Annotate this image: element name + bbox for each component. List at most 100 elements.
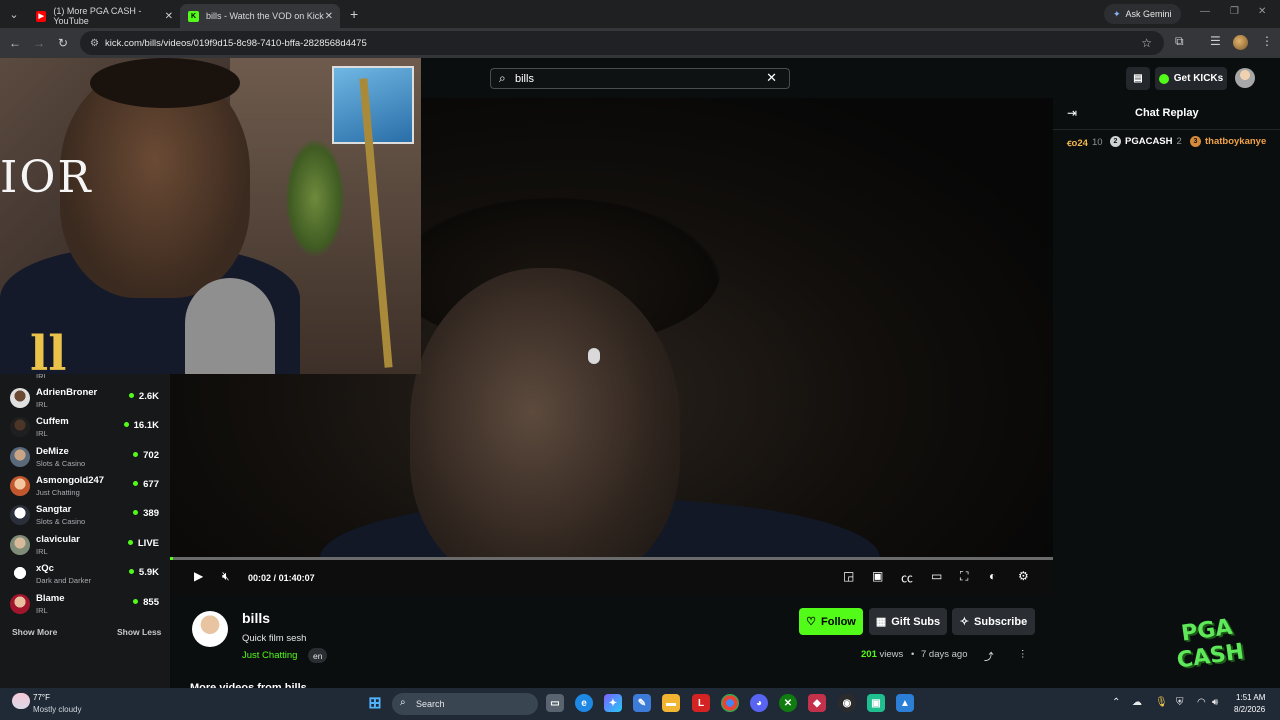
reload-icon[interactable]: ↻ <box>51 36 75 50</box>
back-icon[interactable]: ← <box>3 36 27 50</box>
site-info-icon[interactable]: ⚙ <box>90 38 99 49</box>
reading-list-icon[interactable]: ☰ <box>1210 34 1221 48</box>
new-tab-button[interactable]: + <box>350 6 358 22</box>
volume-icon[interactable]: 🔊︎ <box>1212 697 1218 708</box>
kick-page: ⌕ bills ✕ ▤ Get KICKs ▶ 🔇︎ 00:02 / 01:40… <box>0 58 1280 688</box>
gifter-leaderboard-item[interactable]: 2 PGACASH 2 <box>1110 136 1182 147</box>
photos-icon[interactable]: ▲ <box>896 694 914 712</box>
channel-item[interactable]: Asmongold247 Just Chatting 677 <box>10 473 162 501</box>
avatar <box>10 594 30 614</box>
category-link[interactable]: Just Chatting <box>242 650 297 661</box>
channel-avatar[interactable] <box>192 611 228 647</box>
channel-item[interactable]: xQc Dark and Darker 5.9K <box>10 561 162 589</box>
taskbar-search[interactable]: ⌕ Search <box>392 693 538 715</box>
restore-icon[interactable]: ❐ <box>1230 6 1239 17</box>
channel-item[interactable]: DeMize Slots & Casino 702 <box>10 444 162 472</box>
obs-icon[interactable]: ◉ <box>838 694 856 712</box>
time-readout: 00:02 / 01:40:07 <box>248 573 315 583</box>
close-tab-icon[interactable]: ✕ <box>165 11 173 22</box>
xbox-icon[interactable]: ✕ <box>779 694 797 712</box>
collapse-chat-icon[interactable]: ⇥ <box>1067 106 1077 120</box>
share-icon[interactable]: ⤴ <box>984 649 994 663</box>
tab-kick[interactable]: K bills - Watch the VOD on Kick ✕ <box>180 4 340 28</box>
channel-item[interactable]: Blame IRL 855 <box>10 591 162 619</box>
play-icon[interactable]: ▶ <box>194 569 203 583</box>
edge-icon[interactable]: e <box>575 694 593 712</box>
playback-speed-icon[interactable]: ◐ <box>989 569 996 583</box>
follow-button[interactable]: ♡ Follow <box>799 608 863 635</box>
kick-icon: K <box>188 10 199 22</box>
channel-name[interactable]: bills <box>242 610 270 626</box>
address-bar[interactable]: ⚙ kick.com/bills/videos/019f9d15-8c98-74… <box>80 31 1164 55</box>
miniplayer-icon[interactable]: ◲ <box>843 569 854 583</box>
tab-search-icon[interactable]: ⌄ <box>0 0 28 28</box>
gifter-name: ꞓo24 <box>1067 138 1088 149</box>
close-tab-icon[interactable]: ✕ <box>325 11 333 22</box>
channel-item[interactable]: clavicular IRL LIVE <box>10 532 162 560</box>
theater-mode-icon[interactable]: ▭ <box>931 569 942 583</box>
copilot-icon[interactable]: ✦ <box>604 694 622 712</box>
bookmark-star-icon[interactable]: ☆ <box>1141 36 1152 50</box>
clock-time[interactable]: 1:51 AM <box>1236 693 1265 702</box>
channel-item[interactable]: Cuffem IRL 16.1K <box>10 414 162 442</box>
browser-tab-strip: ⌄ ▶ (1) More PGA CASH - YouTube ✕ K bill… <box>0 0 1280 28</box>
channel-category: IRL <box>36 606 48 615</box>
app-green-icon[interactable]: ▣ <box>867 694 885 712</box>
viewer-count: 855 <box>133 597 159 608</box>
active-app-icon[interactable]: ◆ <box>808 694 826 712</box>
mute-icon[interactable]: 🔇︎ <box>222 569 230 584</box>
weather-icon[interactable] <box>12 693 30 709</box>
mic-icon[interactable]: 🎙︎ <box>1155 697 1168 708</box>
tray-chevron-icon[interactable]: ⌃ <box>1112 697 1120 708</box>
fullscreen-icon[interactable]: ⛶ <box>960 569 968 584</box>
clear-search-icon[interactable]: ✕ <box>766 70 777 86</box>
l-app-icon[interactable]: L <box>692 694 710 712</box>
user-avatar[interactable] <box>1235 68 1255 88</box>
clips-button[interactable]: ▤ <box>1126 67 1150 90</box>
clip-icon[interactable]: ▣ <box>872 569 883 583</box>
search-input[interactable]: ⌕ bills ✕ <box>490 68 790 89</box>
discord-icon[interactable]: ◕ <box>750 694 768 712</box>
more-options-icon[interactable]: ⋮ <box>1018 649 1028 660</box>
views-label: views <box>879 649 904 660</box>
ask-gemini-button[interactable]: ✦ Ask Gemini <box>1104 4 1181 24</box>
menu-kebab-icon[interactable]: ⋮ <box>1261 34 1273 48</box>
show-less-button[interactable]: Show Less <box>117 627 161 637</box>
live-dot-icon <box>128 569 134 574</box>
captions-icon[interactable]: ㏄ <box>901 569 913 586</box>
gemini-icon: ✦ <box>1113 8 1121 19</box>
forward-icon[interactable]: → <box>27 36 51 50</box>
channel-name: Blame <box>36 593 65 604</box>
show-more-button[interactable]: Show More <box>12 627 57 637</box>
minimize-icon[interactable]: — <box>1200 6 1210 17</box>
get-kicks-button[interactable]: Get KICKs <box>1155 67 1227 90</box>
live-dot-icon <box>133 599 139 604</box>
extensions-icon[interactable]: ⧉ <box>1175 34 1184 49</box>
clock-date[interactable]: 8/2/2026 <box>1234 705 1265 714</box>
shield-icon[interactable]: ⛨ <box>1176 697 1184 708</box>
onedrive-icon[interactable]: ☁ <box>1132 697 1142 708</box>
pen-app-icon[interactable]: ✎ <box>633 694 651 712</box>
windows-taskbar: 77°F Mostly cloudy ⊞ ⌕ Search ▭ e ✦ ✎ ▬ … <box>0 688 1280 720</box>
gift-subs-button[interactable]: ▦ Gift Subs <box>869 608 947 635</box>
close-window-icon[interactable]: ✕ <box>1258 6 1266 17</box>
wifi-icon[interactable]: ◠ <box>1197 697 1206 708</box>
file-explorer-icon[interactable]: ▬ <box>662 694 680 712</box>
chrome-icon[interactable] <box>721 694 739 712</box>
channel-item[interactable]: Sangtar Slots & Casino 389 <box>10 502 162 530</box>
windows-start-icon[interactable]: ⊞ <box>366 694 384 712</box>
ask-gemini-label: Ask Gemini <box>1125 9 1172 19</box>
tab-title: (1) More PGA CASH - YouTube <box>53 6 142 26</box>
gifter-leaderboard-item[interactable]: 3 thatboykanye <box>1190 136 1266 147</box>
channel-category: IRL <box>36 547 48 556</box>
avatar <box>10 505 30 525</box>
tab-youtube[interactable]: ▶ (1) More PGA CASH - YouTube ✕ <box>28 4 180 28</box>
gifter-leaderboard-item[interactable]: ꞓo24 10 <box>1067 136 1103 149</box>
task-view-icon[interactable]: ▭ <box>546 694 564 712</box>
viewer-count: 2.6K <box>128 391 159 402</box>
subscribe-button[interactable]: ✧ Subscribe <box>952 608 1035 635</box>
browser-profile-avatar[interactable] <box>1233 35 1248 50</box>
channel-item[interactable]: AdrienBroner IRL 2.6K <box>10 385 162 413</box>
search-icon: ⌕ <box>499 71 506 85</box>
settings-gear-icon[interactable]: ⚙ <box>1018 569 1029 583</box>
